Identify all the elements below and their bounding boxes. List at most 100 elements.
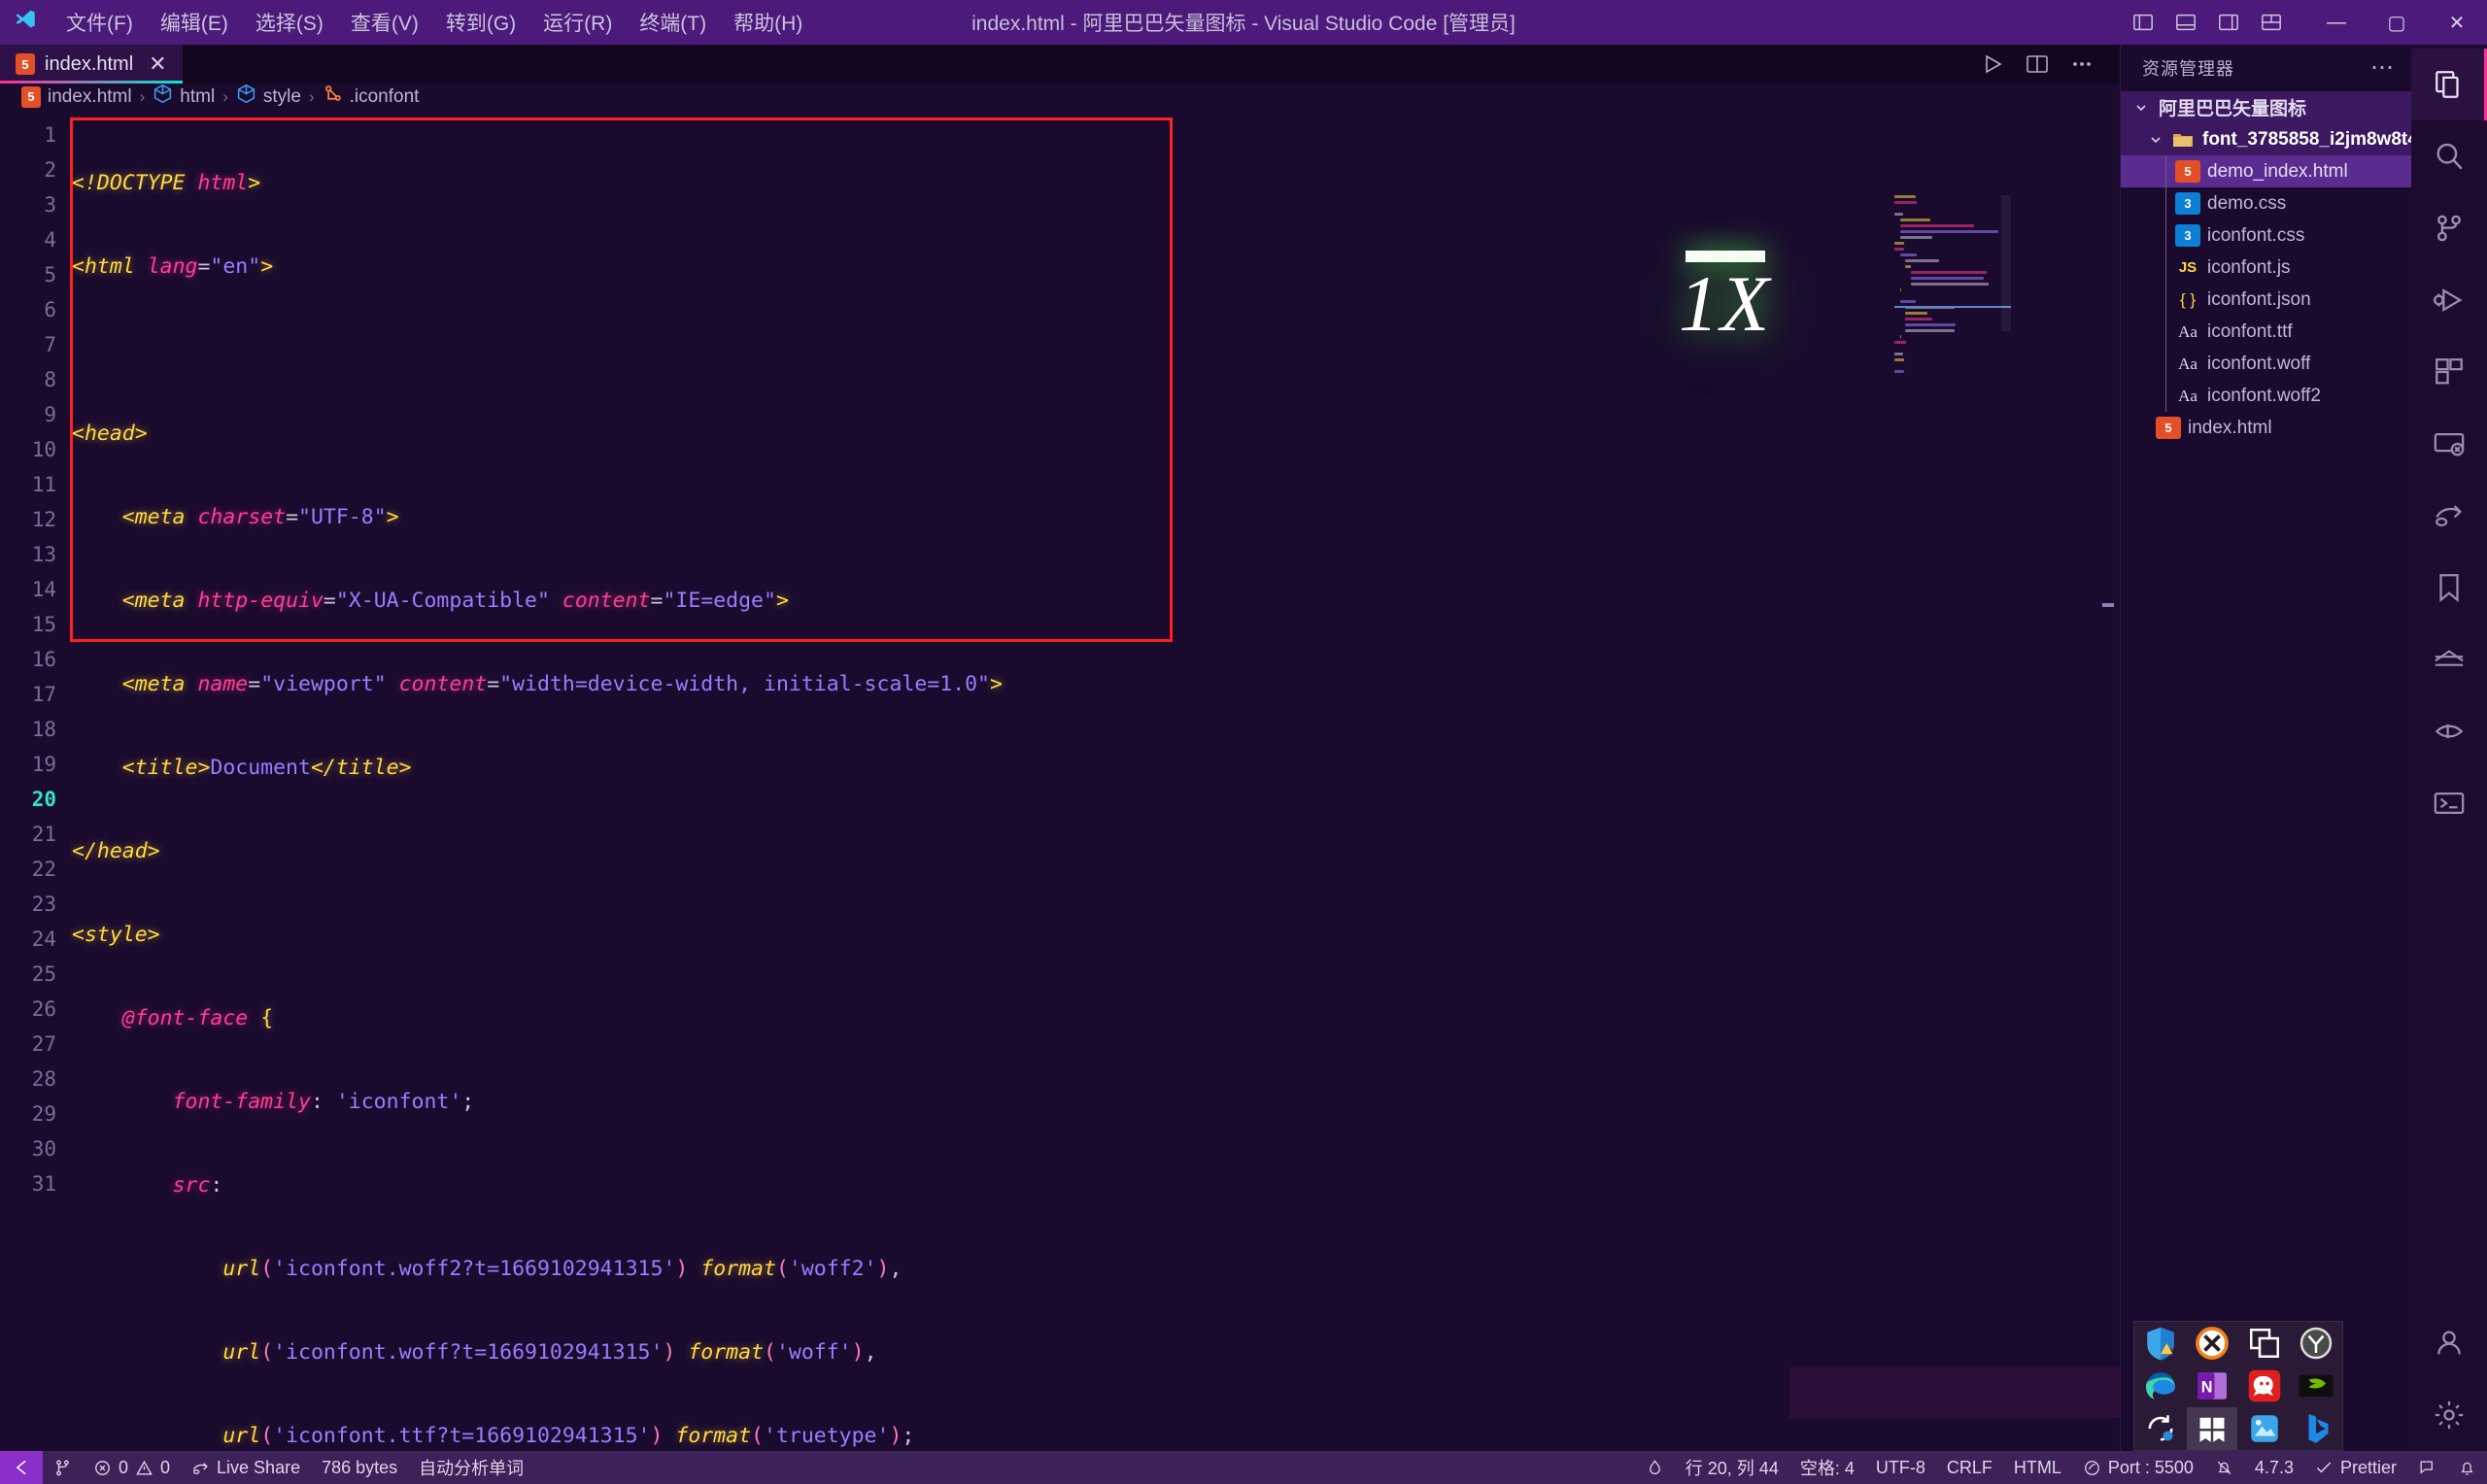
activity-settings[interactable] [2411,1379,2487,1451]
maximize-button[interactable]: ▢ [2367,0,2427,45]
more-actions-button[interactable] [2061,45,2102,84]
tray-cell[interactable] [2187,1407,2238,1450]
tray-cell[interactable]: N [2187,1365,2237,1407]
menu-edit[interactable]: 编辑(E) [147,4,242,41]
sidebar-more-icon[interactable]: ⋯ [2370,56,2396,80]
tree-root-folder[interactable]: 阿里巴巴矢量图标 [2121,91,2411,123]
close-button[interactable]: ✕ [2427,0,2487,45]
system-tray-overflow-popup[interactable]: N [2133,1321,2343,1451]
menu-view[interactable]: 查看(V) [337,4,432,41]
tree-item-iconfont-woff2[interactable]: Aa iconfont.woff2 [2121,380,2411,412]
tree-item-demo-css[interactable]: 3 demo.css [2121,187,2411,219]
problems[interactable]: 0 0 [83,1451,181,1484]
breadcrumb-item-html[interactable]: html [153,84,215,110]
live-server-port[interactable]: Port : 5500 [2072,1451,2204,1484]
breadcrumb-item-style[interactable]: style [236,84,301,110]
activity-remote-explorer[interactable] [2411,408,2487,480]
bell-slash-status[interactable] [2204,1451,2244,1484]
tree-folder-font[interactable]: font_3785858_i2jm8w8t4y [2121,123,2428,155]
activity-project-manager[interactable] [2411,624,2487,695]
menu-goto[interactable]: 转到(G) [432,4,529,41]
close-icon[interactable]: ✕ [149,53,166,75]
tray-sync-icon[interactable] [2141,1409,2180,1448]
minimap[interactable] [1894,195,2011,1451]
tray-yy-icon[interactable] [2297,1324,2335,1363]
version-status[interactable]: 4.7.3 [2244,1451,2304,1484]
activity-live-share[interactable] [2411,480,2487,552]
prettier-status[interactable]: Prettier [2304,1451,2407,1484]
chevron-down-icon[interactable] [2148,132,2163,148]
git-branch[interactable] [43,1451,83,1484]
tray-windows-icon[interactable] [2193,1409,2231,1448]
tree-item-iconfont-json[interactable]: { } iconfont.json [2121,284,2411,316]
tray-qq-icon[interactable] [2245,1366,2284,1405]
tray-cell[interactable] [2187,1322,2237,1365]
toggle-secondary-sidebar[interactable] [2207,3,2250,42]
ink-status[interactable] [1635,1451,1675,1484]
split-editor-button[interactable] [2017,45,2058,84]
activity-explorer[interactable] [2411,49,2487,120]
tray-cell[interactable] [2291,1407,2341,1450]
tab-index-html[interactable]: 5 index.html ✕ [0,45,184,84]
customize-layout[interactable] [2250,3,2293,42]
encoding[interactable]: UTF-8 [1865,1451,1936,1484]
word-analysis[interactable]: 自动分析单词 [408,1451,534,1484]
tray-cell[interactable] [2135,1322,2186,1365]
activity-search[interactable] [2411,120,2487,192]
minimize-button[interactable]: — [2306,0,2367,45]
menu-file[interactable]: 文件(F) [52,4,147,41]
tray-cell[interactable] [2239,1407,2290,1450]
activity-bookmarks[interactable] [2411,552,2487,624]
tray-copy-icon[interactable] [2245,1324,2284,1363]
toggle-primary-sidebar[interactable] [2122,3,2164,42]
remote-indicator[interactable] [0,1451,43,1484]
menu-run[interactable]: 运行(R) [529,4,626,41]
tray-photos-icon[interactable] [2245,1409,2284,1448]
notifications[interactable] [2447,1451,2487,1484]
tray-cell[interactable] [2239,1322,2290,1365]
activity-todo[interactable] [2411,695,2487,767]
tree-item-demo-index-html[interactable]: 5 demo_index.html [2121,155,2411,187]
activity-source-control[interactable] [2411,192,2487,264]
run-button[interactable] [1972,45,2013,84]
feedback[interactable] [2407,1451,2447,1484]
toggle-panel[interactable] [2164,3,2207,42]
cursor-position[interactable]: 行 20, 列 44 [1675,1451,1789,1484]
tray-cell[interactable] [2239,1365,2290,1407]
activity-run-debug[interactable] [2411,264,2487,336]
activity-accounts[interactable] [2411,1307,2487,1379]
minimap-slider[interactable] [2001,195,2011,331]
breadcrumb-item-iconfont[interactable]: .iconfont [323,84,419,110]
tree-item-iconfont-js[interactable]: JS iconfont.js [2121,252,2411,284]
menu-terminal[interactable]: 终端(T) [626,4,720,41]
tray-cell[interactable] [2135,1365,2186,1407]
tray-edge-icon[interactable] [2141,1366,2180,1405]
tree-item-iconfont-woff[interactable]: Aa iconfont.woff [2121,348,2411,380]
menu-selection[interactable]: 选择(S) [242,4,337,41]
activity-extensions[interactable] [2411,336,2487,408]
tray-cell[interactable] [2135,1407,2186,1450]
breadcrumb-item-file[interactable]: 5 index.html [21,85,132,108]
tray-onenote-icon[interactable]: N [2193,1366,2231,1405]
tray-nvidia-icon[interactable] [2297,1366,2335,1405]
tray-cell[interactable] [2291,1322,2341,1365]
tray-security-icon[interactable] [2141,1324,2180,1363]
tree-item-index-html[interactable]: 5 index.html [2121,412,2411,444]
live-share-status[interactable]: Live Share [181,1451,311,1484]
code-content[interactable]: <!DOCTYPE html> <html lang="en"> <head> … [70,110,2120,1451]
tree-item-iconfont-css[interactable]: 3 iconfont.css [2121,219,2411,252]
menu-help[interactable]: 帮助(H) [720,4,816,41]
file-size[interactable]: 786 bytes [311,1451,408,1484]
tray-bing-icon[interactable] [2297,1409,2335,1448]
chevron-down-icon[interactable] [2130,100,2152,116]
tree-item-iconfont-ttf[interactable]: Aa iconfont.ttf [2121,316,2411,348]
code-editor[interactable]: 1 2 3 4 5 6 7 8 9 10 11 12 13 14 15 16 17 18 19 20 21 22 23 24 2… [0,110,2120,1451]
editor-scrollbar[interactable] [2098,195,2120,1451]
activity-terminal[interactable] [2411,767,2487,839]
eol[interactable]: CRLF [1936,1451,2003,1484]
tray-uninstall-icon[interactable] [2193,1324,2231,1363]
indentation[interactable]: 空格: 4 [1789,1451,1865,1484]
tray-cell[interactable] [2291,1365,2341,1407]
line-number: 3 [44,193,56,217]
language-mode[interactable]: HTML [2003,1451,2072,1484]
